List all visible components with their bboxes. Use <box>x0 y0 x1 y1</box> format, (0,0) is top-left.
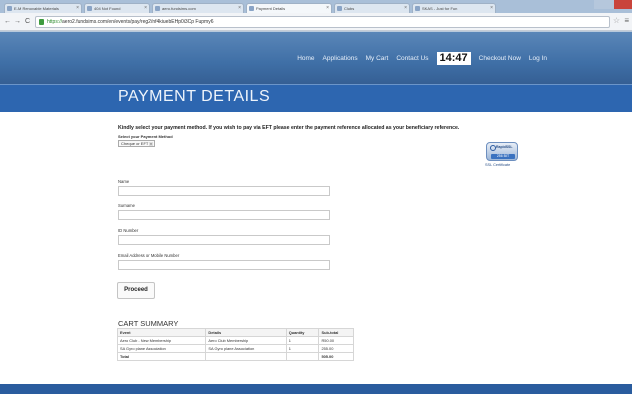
close-tab-icon[interactable]: × <box>144 4 147 13</box>
page-title: PAYMENT DETAILS <box>118 88 271 105</box>
ssl-caption: SSL Certificate <box>485 163 511 167</box>
table-row: Aero Club - New Membership Aero Club Mem… <box>116 336 354 345</box>
close-window-icon[interactable] <box>614 0 632 9</box>
favicon-icon <box>7 6 12 11</box>
cart-summary-title: CART SUMMARY <box>118 319 179 328</box>
site-header: Home Applications My Cart Contact Us 14:… <box>0 32 632 84</box>
table-cell <box>285 352 320 361</box>
page-banner: PAYMENT DETAILS <box>0 84 632 112</box>
favicon-icon <box>337 6 342 11</box>
ssl-seal[interactable]: RapidSSL 256 BIT SSL Certificate <box>485 142 521 170</box>
column-header: Sub-total <box>318 328 354 337</box>
payment-method-select[interactable]: Cheque or EFT ▾ <box>118 140 155 147</box>
address-bar[interactable]: https://aero2.fundsims.com/en/events/pay… <box>35 16 610 28</box>
site-nav: Home Applications My Cart Contact Us 14:… <box>297 52 547 65</box>
forward-icon[interactable]: → <box>13 17 22 26</box>
nav-my-cart-link[interactable]: My Cart <box>366 55 389 62</box>
payment-method-label: Select your Payment Method <box>118 134 173 139</box>
surname-field[interactable] <box>118 210 330 220</box>
favicon-icon <box>415 6 420 11</box>
proceed-button[interactable]: Proceed <box>117 282 155 299</box>
table-cell: 255.00 <box>318 344 354 353</box>
browser-tab[interactable]: 404 Not Found × <box>84 3 150 13</box>
window-controls <box>594 0 632 9</box>
close-tab-icon[interactable]: × <box>76 4 79 13</box>
ssl-badge: RapidSSL 256 BIT <box>486 142 518 161</box>
table-cell: R50.00 <box>318 336 354 345</box>
email-mobile-field[interactable] <box>118 260 330 270</box>
browser-tab[interactable]: aero.fundsims.com × <box>152 3 244 13</box>
name-label: Name <box>118 179 130 184</box>
bookmark-star-icon[interactable]: ☆ <box>613 16 620 25</box>
column-header: Quantity <box>285 328 320 337</box>
browser-toolbar: ← → C https://aero2.fundsims.com/en/even… <box>0 13 632 31</box>
table-cell: 1 <box>285 336 320 345</box>
payment-instructions: Kindly select your payment method. If yo… <box>118 125 460 131</box>
table-cell: 1 <box>285 344 320 353</box>
ssl-brand: RapidSSL <box>496 145 513 149</box>
ssl-bits: 256 BIT <box>491 154 515 159</box>
table-header-row: Event Details Quantity Sub-total <box>116 328 354 337</box>
email-mobile-label: Email Address or Mobile Number <box>118 253 180 258</box>
browser-tab-strip: E-M Renovable Materials × 404 Not Found … <box>0 0 632 13</box>
nav-home-link[interactable]: Home <box>297 55 314 62</box>
favicon-icon <box>249 6 254 11</box>
nav-applications-link[interactable]: Applications <box>323 55 358 62</box>
maximize-icon[interactable] <box>604 0 614 9</box>
nav-contact-us-link[interactable]: Contact Us <box>396 55 428 62</box>
favicon-icon <box>155 6 160 11</box>
browser-tab[interactable]: SKAS - Just for Fun × <box>412 3 496 13</box>
browser-tab[interactable]: Clubs × <box>334 3 410 13</box>
chevron-down-icon: ▾ <box>149 142 153 146</box>
cart-summary-table: Event Details Quantity Sub-total Aero Cl… <box>116 328 354 361</box>
browser-tab-active[interactable]: Payment Details × <box>246 3 332 13</box>
back-icon[interactable]: ← <box>3 17 12 26</box>
table-cell: SA Gyro plane Association <box>116 344 207 353</box>
table-cell: Aero Club Membership <box>205 336 287 345</box>
close-tab-icon[interactable]: × <box>238 4 241 13</box>
table-total-row: Total 505.00 <box>116 352 354 361</box>
main-content: Kindly select your payment method. If yo… <box>0 112 632 384</box>
close-tab-icon[interactable]: × <box>404 4 407 13</box>
total-label: Total <box>116 352 207 361</box>
column-header: Details <box>205 328 287 337</box>
browser-tab[interactable]: E-M Renovable Materials × <box>4 3 82 13</box>
site-footer <box>0 384 632 394</box>
table-cell <box>205 352 287 361</box>
menu-icon[interactable]: ≡ <box>624 16 629 25</box>
table-cell: SA Gyro plane Association <box>205 344 287 353</box>
lock-icon <box>39 19 44 25</box>
id-number-field[interactable] <box>118 235 330 245</box>
close-tab-icon[interactable]: × <box>490 4 493 13</box>
close-tab-icon[interactable]: × <box>326 4 329 13</box>
surname-label: Surname <box>118 203 135 208</box>
table-row: SA Gyro plane Association SA Gyro plane … <box>116 344 354 353</box>
total-value: 505.00 <box>318 352 354 361</box>
id-number-label: ID Number <box>118 228 139 233</box>
column-header: Event <box>116 328 207 337</box>
reload-icon[interactable]: C <box>23 17 32 26</box>
name-field[interactable] <box>118 186 330 196</box>
clock: 14:47 <box>436 52 471 65</box>
nav-checkout-link[interactable]: Checkout Now <box>479 55 521 62</box>
nav-login-link[interactable]: Log In <box>529 55 547 62</box>
minimize-icon[interactable] <box>594 0 604 9</box>
favicon-icon <box>87 6 92 11</box>
table-cell: Aero Club - New Membership <box>116 336 207 345</box>
